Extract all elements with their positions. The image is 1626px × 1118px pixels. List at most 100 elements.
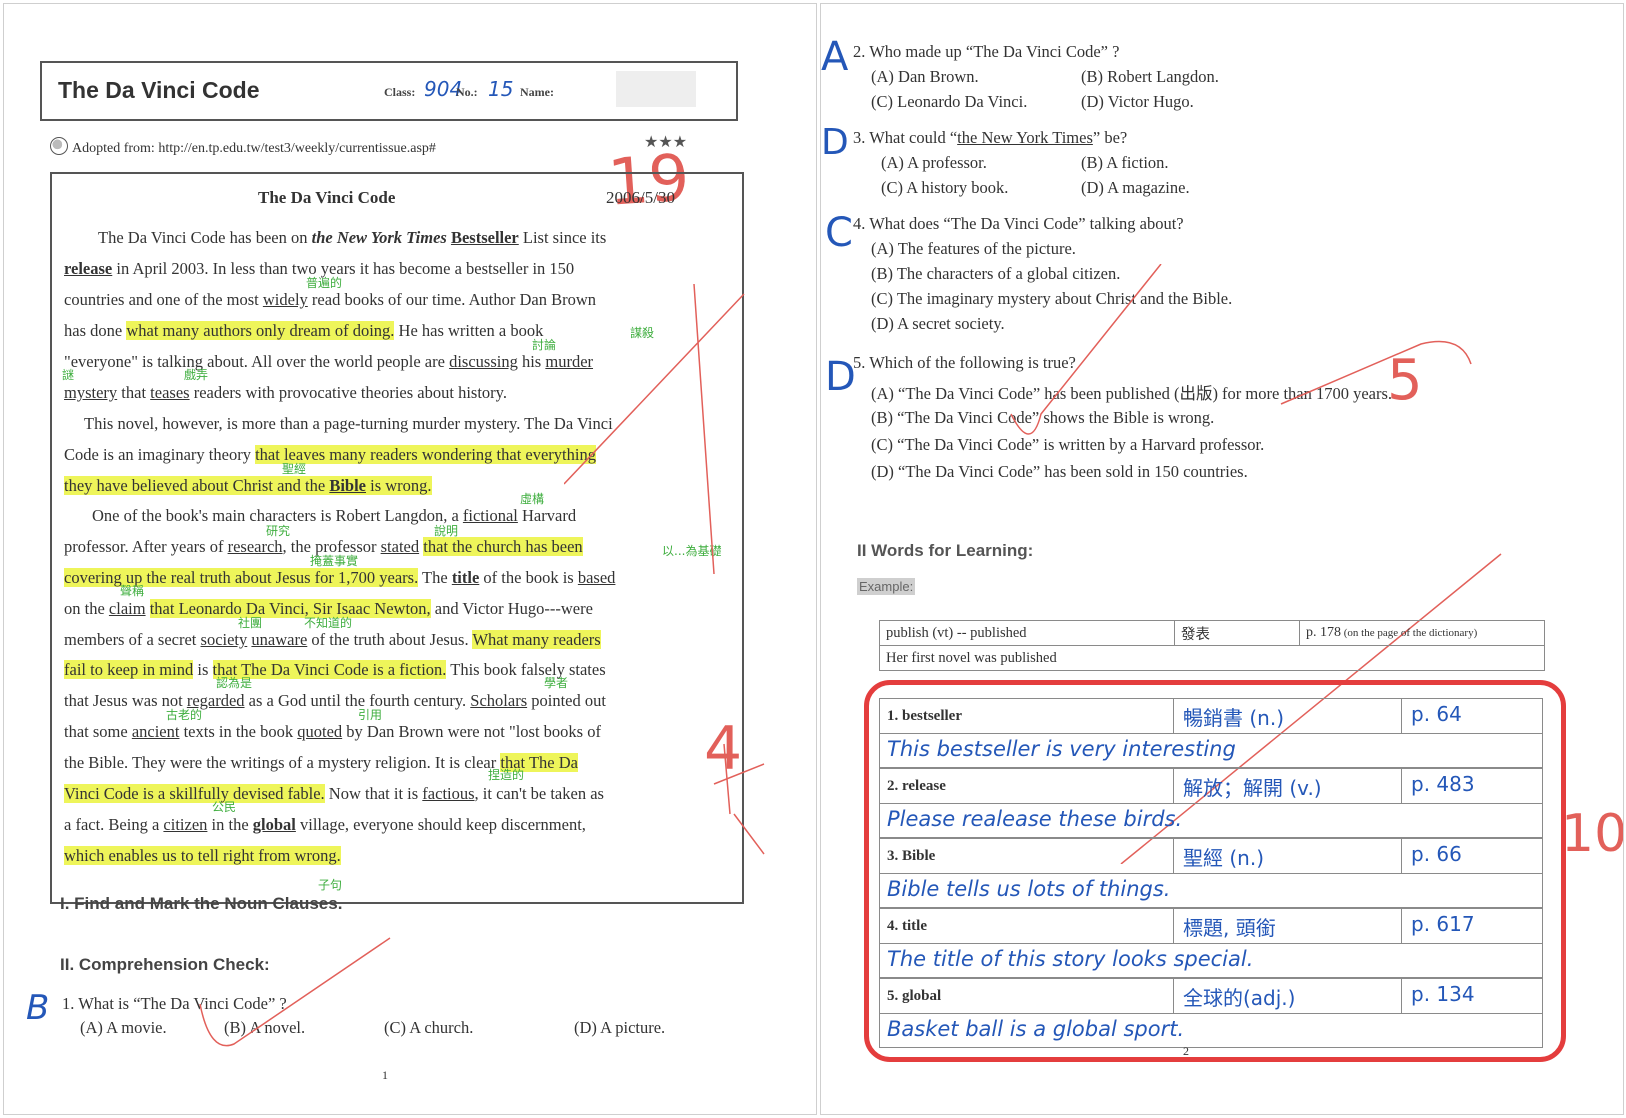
article-line: covering up the real truth about Jesus f… [64, 568, 616, 587]
score-words: 10 [1561, 804, 1624, 864]
vocab-page: p. 134 [1411, 982, 1475, 1006]
worksheet-page-2: A 2. Who made up “The Da Vinci Code” ? (… [820, 3, 1624, 1115]
example-word: publish (vt) -- published [879, 620, 1175, 646]
answer-q3: D [821, 122, 849, 163]
q1-option-c: (C) A church. [384, 1018, 474, 1037]
annotation-note: 聖經 [282, 462, 307, 476]
q3-option-c: (C) A history book. [881, 178, 1009, 197]
annotation-note: 引用 [358, 708, 383, 722]
article-line: "everyone" is talking about. All over th… [64, 352, 594, 371]
annotation-note: 不知道的 [304, 616, 353, 630]
vocab-meaning: 標題, 頭銜 [1183, 916, 1276, 940]
article-line: countries and one of the most widely rea… [64, 290, 597, 309]
worksheet-page-1: The Da Vinci Code Class: 904 No.: 15 Nam… [3, 3, 817, 1115]
article-line: that Jesus was not regarded as a God unt… [64, 691, 606, 710]
annotation-note: 研究 [266, 524, 291, 538]
page-number: 1 [382, 1068, 388, 1082]
score-q5: 5 [1387, 348, 1423, 413]
source-text: Adopted from: http://en.tp.edu.tw/test3/… [72, 141, 436, 156]
column-divider [1173, 698, 1174, 733]
article-date: 2006/5/30 [606, 188, 675, 207]
annotation-note: 掩蓋事實 [310, 554, 359, 568]
q2-option-b: (B) Robert Langdon. [1081, 67, 1219, 86]
column-divider [1401, 908, 1402, 943]
margin-score: 4 [704, 714, 743, 784]
column-divider [1401, 838, 1402, 873]
annotation-note: 捏造的 [488, 768, 525, 782]
annotation-note: 討論 [532, 338, 557, 352]
q4-option-d: (D) A secret society. [871, 314, 1005, 333]
question-2: 2. Who made up “The Da Vinci Code” ? [853, 42, 1120, 61]
example-page: p. 178 (on the page of the dictionary) [1299, 620, 1545, 646]
q2-option-c: (C) Leonardo Da Vinci. [871, 92, 1028, 111]
vocab-word: 3. Bible [887, 848, 936, 864]
article-line: fail to keep in mind is that The Da Vinc… [64, 660, 606, 679]
article-line: that some ancient texts in the book quot… [64, 722, 601, 741]
word-row-divider [879, 733, 1543, 734]
vocab-sentence: Please realease these birds. [887, 807, 1183, 831]
example-label: Example: [857, 578, 916, 595]
q3-option-b: (B) A fiction. [1081, 153, 1169, 172]
no-value: 15 [488, 77, 514, 101]
teacher-check-marks [564, 254, 784, 904]
annotation-note: 古老的 [166, 708, 203, 722]
example-sentence: Her first novel was published [879, 645, 1545, 671]
vocab-meaning: 解放；解開 (v.) [1183, 776, 1322, 800]
vocab-word: 2. release [887, 778, 946, 794]
answer-q2: A [821, 34, 849, 80]
vocab-meaning: 暢銷書 (n.) [1183, 706, 1284, 730]
article-line: One of the book's main characters is Rob… [92, 506, 577, 525]
vocab-meaning: 聖經 (n.) [1183, 846, 1264, 870]
annotation-note: 認為是 [216, 676, 253, 690]
article-line: a fact. Being a citizen in the global vi… [64, 815, 586, 834]
column-divider [1173, 908, 1174, 943]
vocab-sentence: Basket ball is a global sport. [887, 1017, 1185, 1041]
article-line: has done what many authors only dream of… [64, 321, 544, 340]
class-label: Class: [384, 85, 416, 99]
vocab-sentence: This bestseller is very interesting [887, 737, 1236, 761]
q2-option-a: (A) Dan Brown. [871, 67, 979, 86]
q3-option-d: (D) A magazine. [1081, 178, 1190, 197]
title-box: The Da Vinci Code Class: 904 No.: 15 Nam… [40, 61, 738, 121]
article-title: The Da Vinci Code [258, 188, 396, 207]
word-row-divider [879, 873, 1543, 874]
q1-option-a: (A) A movie. [80, 1018, 167, 1037]
column-divider [1173, 978, 1174, 1013]
column-divider [1401, 978, 1402, 1013]
example-row: publish (vt) -- published 發表 p. 178 (on … [879, 620, 1545, 646]
annotation-note: 虛構 [520, 492, 545, 506]
name-label: Name: [520, 85, 554, 99]
q3-option-a: (A) A professor. [881, 153, 987, 172]
vocab-page: p. 64 [1411, 702, 1462, 726]
article-line: they have believed about Christ and the … [64, 476, 432, 495]
q1-option-d: (D) A picture. [574, 1018, 666, 1037]
word-row-divider [879, 1013, 1543, 1014]
vocab-word: 4. title [887, 918, 927, 934]
annotation-note: 普遍的 [306, 276, 343, 290]
answer-q1: B [26, 988, 50, 1028]
annotation-note: 子句 [318, 878, 343, 892]
article-line: Vinci Code is a skillfully devised fable… [64, 784, 604, 803]
word-row-divider [879, 943, 1543, 944]
vocab-page: p. 483 [1411, 772, 1475, 796]
redacted-name [616, 71, 696, 107]
example-sentence-row: Her first novel was published [879, 645, 1545, 671]
example-meaning: 發表 [1174, 620, 1300, 646]
annotation-note: 說明 [434, 524, 459, 538]
article-line: Code is an imaginary theory that leaves … [64, 445, 596, 464]
annotation-note: 社團 [238, 616, 263, 630]
q2-option-d: (D) Victor Hugo. [1081, 92, 1194, 111]
word-row-divider [879, 803, 1543, 804]
article-line: This novel, however, is more than a page… [84, 414, 613, 433]
vocab-word: 1. bestseller [887, 708, 962, 724]
globe-icon [50, 137, 68, 155]
vocab-page: p. 617 [1411, 912, 1475, 936]
q1-check-mark [199, 937, 391, 1047]
column-divider [1173, 768, 1174, 803]
annotation-note: 公民 [212, 800, 237, 814]
source-line: Adopted from: http://en.tp.edu.tw/test3/… [50, 137, 436, 157]
answer-q5: D [825, 354, 856, 400]
article-line: members of a secret society unaware of t… [64, 630, 601, 649]
column-divider [1401, 698, 1402, 733]
annotation-note: 謎 [62, 368, 75, 382]
